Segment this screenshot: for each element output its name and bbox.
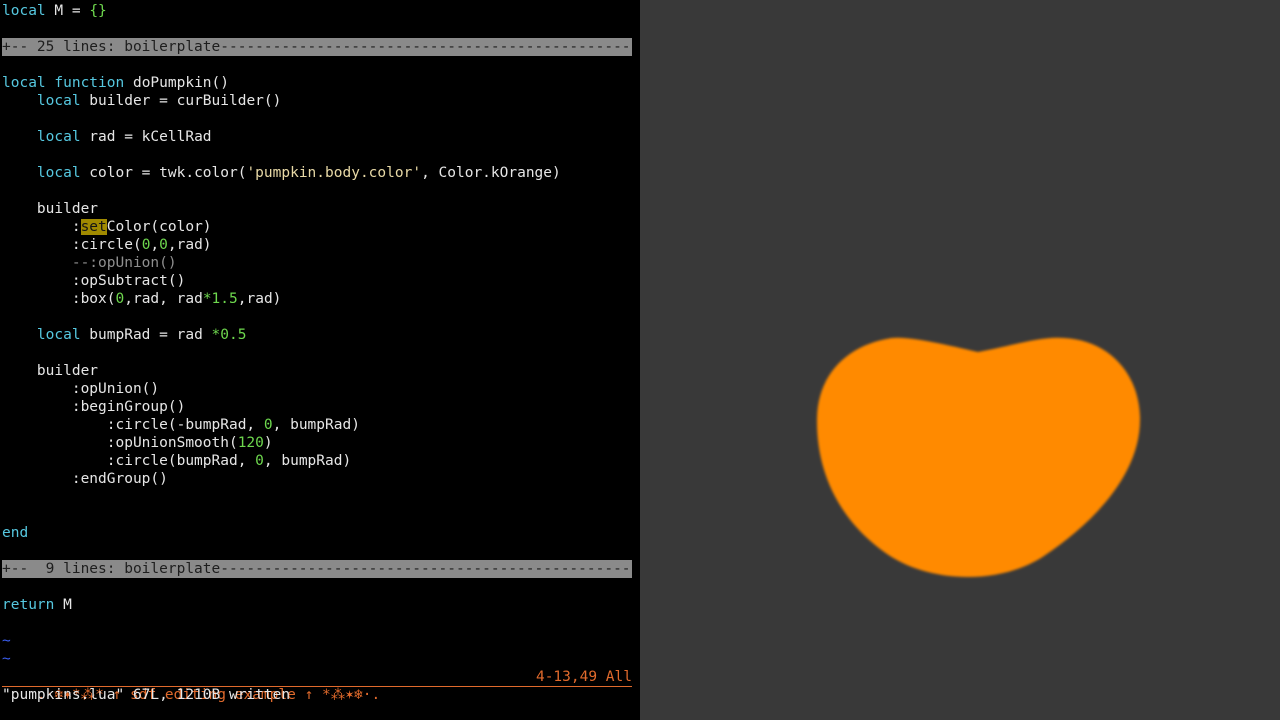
code-line: :opUnionSmooth(120) — [2, 435, 273, 451]
code-line: :opUnion() — [2, 381, 160, 397]
code-line: local rad = kCellRad — [36, 129, 212, 145]
code-line: :beginGroup() — [2, 399, 186, 415]
code-line: local function doPumpkin() — [2, 75, 229, 91]
code-line: local builder = curBuilder() — [36, 93, 282, 109]
code-line: :opSubtract() — [2, 273, 186, 289]
fold-marker[interactable]: +-- 9 lines: boilerplate----------------… — [2, 560, 632, 578]
empty-line-marker: ~ — [2, 651, 11, 667]
search-highlight: set — [80, 219, 107, 235]
code-line: return M — [2, 597, 72, 613]
code-line: builder — [2, 363, 99, 379]
pumpkin-shape — [816, 337, 1141, 577]
code-buffer[interactable]: local M = {} +-- 25 lines: boilerplate--… — [2, 2, 640, 668]
code-line: :circle(0,0,rad) — [2, 237, 212, 253]
code-line: local color = twk.color('pumpkin.body.co… — [36, 165, 561, 181]
status-bar: .·❄✶*⁂* ↑ sdf editing example ↑ *⁂✶❄·. 4… — [2, 668, 632, 703]
code-line: local bumpRad = rad *0.5 — [36, 327, 247, 343]
cursor-position: 4-13,49 All — [535, 669, 632, 685]
code-line: :box(0,rad, rad*1.5,rad) — [2, 291, 282, 307]
code-line: builder — [2, 201, 99, 217]
sdf-preview-pane[interactable] — [640, 0, 1280, 720]
code-line: :circle(-bumpRad, 0, bumpRad) — [2, 417, 360, 433]
code-line: :circle(bumpRad, 0, bumpRad) — [2, 453, 352, 469]
code-line: end — [2, 525, 29, 541]
fold-marker[interactable]: +-- 25 lines: boilerplate---------------… — [2, 38, 632, 56]
code-comment: --:opUnion() — [2, 255, 177, 271]
empty-line-marker: ~ — [2, 633, 11, 649]
code-line: local M = {} — [2, 3, 107, 19]
command-line[interactable]: "pumpkins.lua" 67L, 1210B written — [2, 686, 290, 704]
code-editor-pane[interactable]: local M = {} +-- 25 lines: boilerplate--… — [0, 0, 640, 720]
code-line: :setColor(color) — [2, 219, 212, 235]
code-line: :endGroup() — [2, 471, 168, 487]
preview-canvas — [816, 337, 1141, 577]
